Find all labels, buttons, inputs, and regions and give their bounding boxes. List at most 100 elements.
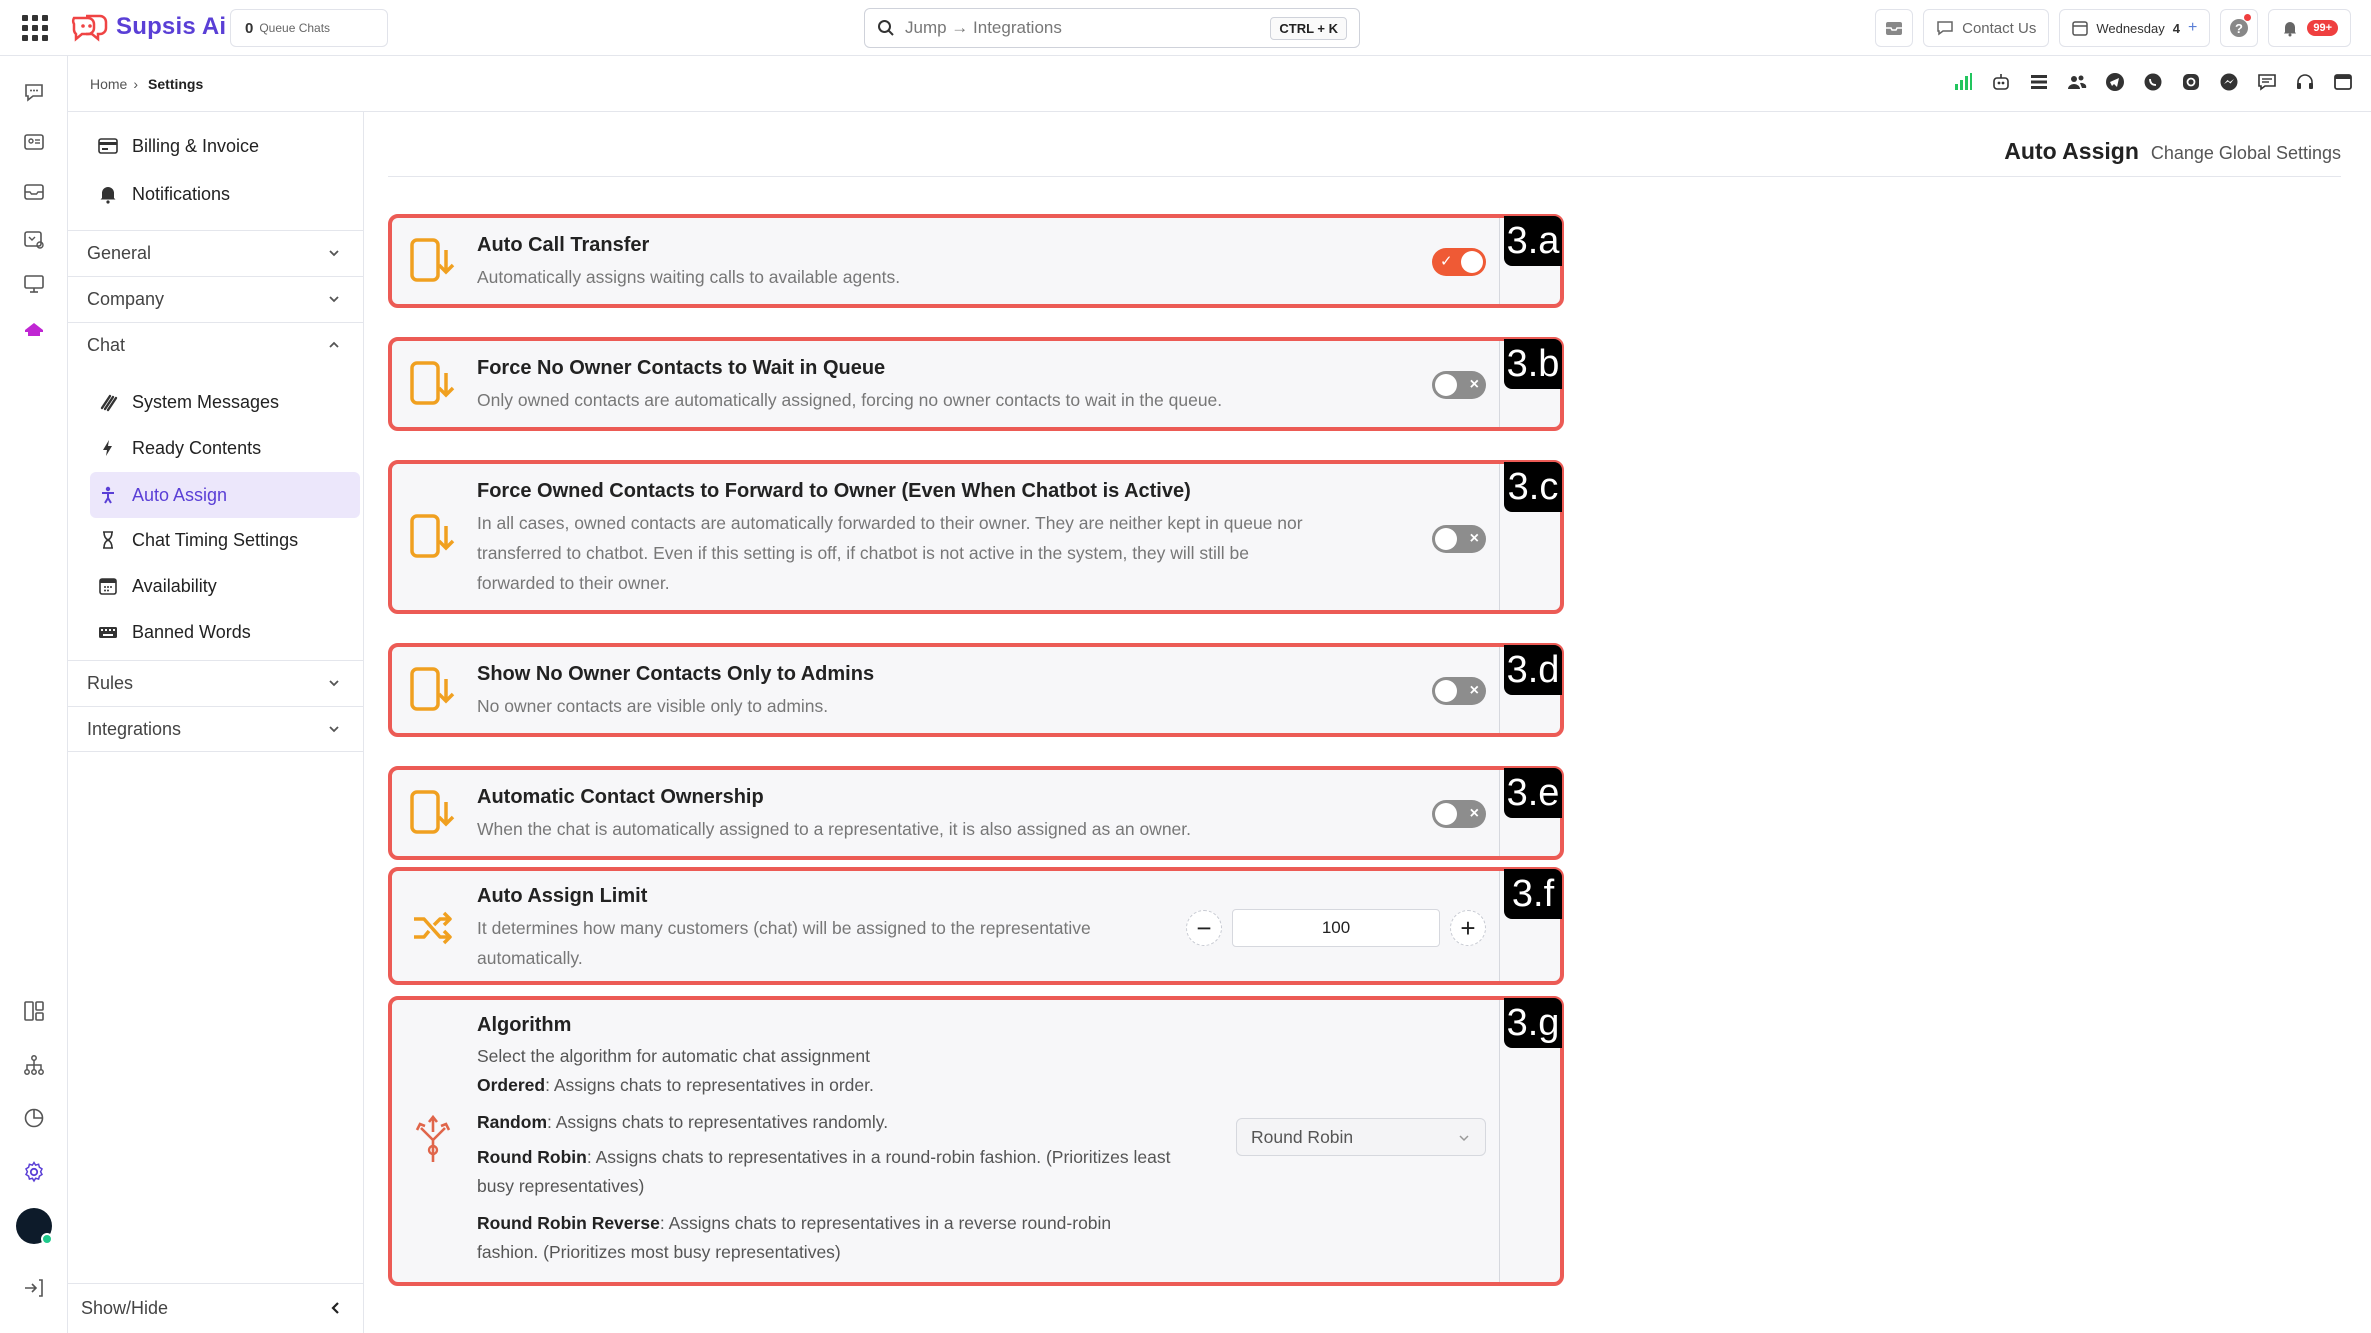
instagram-icon[interactable] (2181, 72, 2201, 92)
shuffle-icon (414, 911, 452, 945)
section-chat[interactable]: Chat (68, 322, 364, 368)
search-input[interactable]: Jump → Integrations CTRL + K (864, 8, 1360, 48)
search-shortcut: CTRL + K (1270, 16, 1347, 40)
check-icon: ✓ (1440, 253, 1453, 270)
help-button[interactable]: ? (2220, 9, 2259, 47)
calendar-button[interactable]: Wednesday 4 + (2059, 9, 2211, 47)
show-hide-toggle[interactable]: Show/Hide (68, 1283, 364, 1333)
close-icon: × (1469, 530, 1479, 547)
option-name: Round Robin Reverse (477, 1213, 660, 1233)
toggle-switch[interactable]: × (1432, 525, 1486, 553)
section-company[interactable]: Company (68, 276, 364, 322)
layout-nav-icon[interactable] (20, 997, 48, 1025)
settings-nav-icon[interactable] (20, 1158, 48, 1186)
close-icon: × (1469, 376, 1479, 393)
users-icon[interactable] (2067, 72, 2087, 92)
algorithm-option-random: Random: Assigns chats to representatives… (477, 1108, 888, 1137)
list-icon[interactable] (2029, 72, 2049, 92)
headset-icon[interactable] (2295, 72, 2315, 92)
card-divider (1499, 770, 1500, 856)
select-value: Round Robin (1251, 1126, 1354, 1147)
messenger-icon[interactable] (2219, 72, 2239, 92)
telegram-icon[interactable] (2105, 72, 2125, 92)
chatbot-icon[interactable] (1991, 72, 2011, 92)
section-integrations[interactable]: Integrations (68, 706, 364, 752)
apps-grid-icon[interactable] (22, 15, 48, 41)
setting-title: Force No Owner Contacts to Wait in Queue (477, 357, 886, 379)
analytics-nav-icon[interactable] (20, 1104, 48, 1132)
menu-label: Auto Assign (132, 484, 228, 505)
section-label: Company (87, 289, 165, 309)
algorithm-option-round-robin-reverse: Round Robin Reverse: Assigns chats to re… (477, 1209, 1111, 1238)
notifications-button[interactable]: 99+ (2268, 9, 2351, 47)
phone-transfer-icon (410, 238, 455, 282)
left-icon-rail (0, 56, 68, 1333)
setting-title: Show No Owner Contacts Only to Admins (477, 663, 875, 685)
header-divider (388, 176, 2341, 177)
sms-icon[interactable] (2257, 72, 2277, 92)
logout-nav-icon[interactable] (20, 1274, 48, 1302)
menu-item-billing[interactable]: Billing & Invoice (90, 126, 360, 166)
section-rules[interactable]: Rules (68, 660, 364, 706)
card-divider (1499, 218, 1500, 304)
setting-title: Auto Call Transfer (477, 234, 650, 256)
monitor-nav-icon[interactable] (20, 270, 48, 298)
annotation-tag: 3.d (1504, 645, 1562, 695)
user-avatar[interactable] (16, 1208, 53, 1245)
setting-show-no-owner-admins: Show No Owner Contacts Only to Admins No… (388, 643, 1564, 737)
toggle-switch[interactable]: × (1432, 800, 1486, 828)
section-label: Chat (87, 335, 126, 355)
phone-transfer-icon (410, 667, 455, 711)
menu-item-availability[interactable]: Availability (90, 566, 360, 606)
option-desc: : Assigns chats to representatives in a … (586, 1147, 1171, 1167)
menu-item-ready-contents[interactable]: Ready Contents (90, 428, 360, 468)
inbox-icon (1886, 22, 1903, 35)
reports-nav-icon[interactable] (20, 226, 48, 254)
window-icon[interactable] (2333, 72, 2353, 92)
home-nav-icon[interactable] (20, 316, 48, 344)
menu-item-chat-timing[interactable]: Chat Timing Settings (90, 520, 360, 560)
menu-label: System Messages (132, 391, 280, 412)
algorithm-option-round-robin-cont: busy representatives) (477, 1176, 645, 1196)
hierarchy-nav-icon[interactable] (20, 1051, 48, 1079)
chevron-down-icon (1459, 1135, 1469, 1142)
brand-logo[interactable]: Supsis Ai (70, 12, 226, 42)
breadcrumb-home[interactable]: Home (90, 76, 127, 92)
whatsapp-icon[interactable] (2143, 72, 2163, 92)
wave-icon (96, 390, 120, 414)
add-icon[interactable]: + (2188, 19, 2197, 37)
signal-bars-icon[interactable] (1953, 72, 1973, 92)
chevron-down-icon (329, 296, 339, 303)
section-general[interactable]: General (68, 230, 364, 276)
decrement-button[interactable]: − (1186, 910, 1222, 946)
queue-chats-button[interactable]: 0 Queue Chats (230, 9, 388, 47)
setting-description: Only owned contacts are automatically as… (477, 390, 1223, 410)
menu-item-auto-assign[interactable]: Auto Assign (90, 472, 360, 518)
setting-description: When the chat is automatically assigned … (477, 819, 1192, 839)
increment-button[interactable]: + (1450, 910, 1486, 946)
card-divider (1499, 1000, 1500, 1282)
contacts-nav-icon[interactable] (20, 128, 48, 156)
toggle-switch[interactable]: ✓ (1432, 248, 1486, 276)
inbox-nav-icon[interactable] (20, 178, 48, 206)
online-status-dot (41, 1233, 53, 1245)
contact-us-button[interactable]: Contact Us (1923, 9, 2050, 47)
chats-nav-icon[interactable] (20, 78, 48, 106)
setting-algorithm: Algorithm Select the algorithm for autom… (388, 996, 1564, 1286)
toggle-switch[interactable]: × (1432, 677, 1486, 705)
algorithm-select[interactable]: Round Robin (1236, 1118, 1486, 1156)
menu-item-notifications[interactable]: Notifications (90, 174, 360, 214)
toggle-switch[interactable]: × (1432, 371, 1486, 399)
limit-input[interactable]: 100 (1232, 909, 1440, 947)
menu-item-system-messages[interactable]: System Messages (90, 382, 360, 422)
setting-automatic-contact-ownership: Automatic Contact Ownership When the cha… (388, 766, 1564, 860)
person-assign-icon (96, 483, 120, 507)
menu-item-banned-words[interactable]: Banned Words (90, 612, 360, 652)
setting-title: Algorithm (477, 1014, 572, 1036)
close-icon: × (1469, 805, 1479, 822)
bell-icon (96, 182, 120, 206)
algorithm-option-round-robin-reverse-cont: fashion. (Prioritizes most busy represen… (477, 1242, 841, 1262)
change-global-settings-link[interactable]: Change Global Settings (2151, 143, 2341, 164)
inbox-button[interactable] (1875, 9, 1914, 47)
keyboard-icon (96, 620, 120, 644)
